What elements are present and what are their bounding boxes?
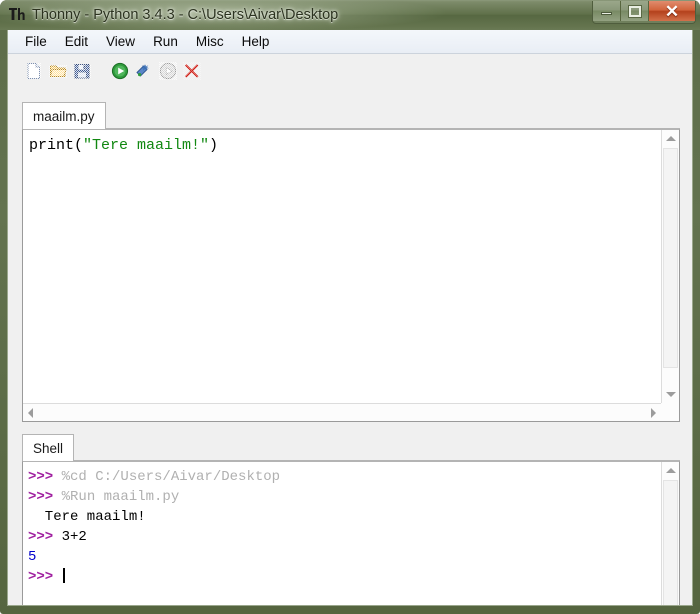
debug-button[interactable]: [132, 59, 156, 83]
shell-input-expression: 3+2: [61, 529, 87, 545]
scroll-right-arrow-icon[interactable]: [651, 408, 656, 418]
editor-tab-label: maailm.py: [33, 108, 95, 124]
shell-line-4: >>> 3+2: [28, 527, 661, 547]
shell-line-1: >>> %cd C:/Users/Aivar/Desktop: [28, 467, 661, 487]
step-over-icon: [159, 61, 177, 80]
shell-vertical-scrollbar[interactable]: [661, 462, 679, 605]
shell-console[interactable]: >>> %cd C:/Users/Aivar/Desktop >>> %Run …: [23, 462, 661, 605]
debug-icon: [136, 63, 149, 77]
menu-item-view[interactable]: View: [97, 32, 144, 51]
minimize-button[interactable]: [593, 1, 621, 21]
stop-button[interactable]: [180, 59, 204, 83]
minimize-icon: [593, 1, 620, 21]
scroll-down-arrow-icon[interactable]: [666, 392, 676, 397]
maximize-button[interactable]: [621, 1, 649, 21]
shell-line-2: >>> %Run maailm.py: [28, 487, 661, 507]
title-bar[interactable]: Thonny - Python 3.4.3 - C:\Users\Aivar\D…: [0, 0, 700, 30]
thonny-logo-icon: [9, 8, 25, 20]
step-over-button[interactable]: [156, 59, 180, 83]
shell-line-3: Tere maailm!: [28, 507, 661, 527]
code-editor[interactable]: print("Tere maailm!"): [23, 130, 661, 403]
shell-scroll-up-arrow-icon[interactable]: [666, 468, 676, 473]
scrollbar-corner: [661, 403, 679, 421]
editor-horizontal-scrollbar[interactable]: [23, 403, 661, 421]
menu-item-file[interactable]: File: [16, 32, 56, 51]
shell-result-value: 5: [28, 549, 37, 565]
shell-tabstrip: Shell: [22, 434, 680, 461]
editor-vertical-scrollbar[interactable]: [661, 130, 679, 403]
shell-tab[interactable]: Shell: [22, 434, 75, 461]
save-file-icon: [74, 63, 91, 79]
shell-body-1: %cd C:/Users/Aivar/Desktop: [61, 469, 281, 485]
shell-prompt-2: >>>: [28, 489, 62, 505]
shell-line-6: >>>: [28, 567, 661, 587]
toolbar: [8, 55, 692, 86]
menu-item-edit[interactable]: Edit: [56, 32, 97, 51]
maximize-icon: [621, 1, 648, 21]
client-area: File Edit View Run Misc Help maailm.py p…: [7, 30, 693, 606]
close-button[interactable]: ✕: [649, 1, 695, 21]
scroll-up-arrow-icon[interactable]: [666, 136, 676, 141]
menu-item-run[interactable]: Run: [144, 32, 187, 51]
code-token-string: "Tere maailm!": [83, 137, 210, 154]
code-token-plain-1: print(: [29, 137, 84, 154]
window-title: Thonny - Python 3.4.3 - C:\Users\Aivar\D…: [32, 7, 339, 23]
shell-tab-label: Shell: [33, 440, 64, 456]
menu-item-misc[interactable]: Misc: [187, 32, 233, 51]
shell-line-5: 5: [28, 547, 661, 567]
run-button[interactable]: [108, 59, 132, 83]
editor-tab-maailm-py[interactable]: maailm.py: [22, 102, 106, 129]
editor-text-container: print("Tere maailm!"): [22, 129, 680, 422]
code-line-1: print("Tere maailm!"): [29, 136, 661, 155]
shell-prompt-3: >>>: [28, 529, 62, 545]
open-file-icon: [49, 64, 67, 78]
window-controls: ✕: [592, 1, 696, 24]
application-window: Thonny - Python 3.4.3 - C:\Users\Aivar\D…: [0, 0, 700, 614]
shell-prompt-4: >>>: [28, 569, 62, 585]
shell-body-2: %Run maailm.py: [61, 489, 180, 505]
menu-item-help[interactable]: Help: [233, 32, 279, 51]
shell-panel: Shell >>> %cd C:/Users/Aivar/Desktop >>>…: [22, 434, 680, 605]
menu-bar: File Edit View Run Misc Help: [8, 30, 692, 54]
close-icon: ✕: [664, 1, 680, 21]
shell-text-container: >>> %cd C:/Users/Aivar/Desktop >>> %Run …: [22, 461, 680, 605]
editor-panel: maailm.py print("Tere maailm!"): [22, 102, 680, 422]
shell-prompt-1: >>>: [28, 469, 62, 485]
save-file-button[interactable]: [70, 59, 94, 83]
shell-output-tere-maailm: Tere maailm!: [28, 509, 146, 525]
new-file-button[interactable]: [22, 59, 46, 83]
stop-icon: [183, 61, 201, 80]
text-caret: [62, 568, 65, 583]
shell-vertical-scroll-thumb[interactable]: [663, 480, 678, 605]
editor-vertical-scroll-thumb[interactable]: [663, 148, 678, 368]
editor-tabstrip: maailm.py: [22, 102, 680, 129]
new-file-icon: [27, 62, 41, 79]
code-token-plain-2: ): [209, 137, 219, 154]
scroll-left-arrow-icon[interactable]: [28, 408, 33, 418]
run-icon: [111, 62, 129, 79]
open-file-button[interactable]: [46, 59, 70, 83]
